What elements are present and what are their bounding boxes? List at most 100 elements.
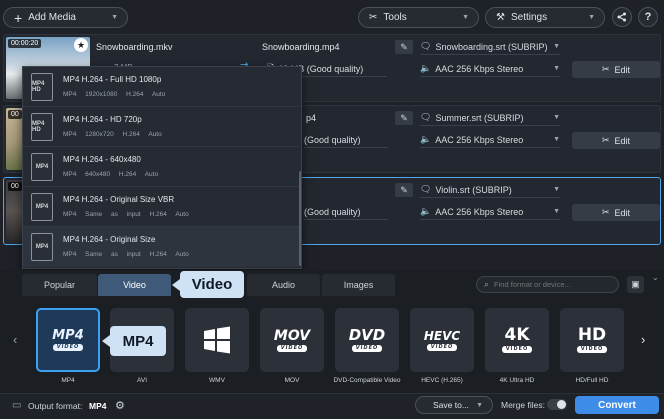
rename-button[interactable]: ✎ [395, 40, 413, 54]
output-format-value: MP4 [89, 401, 107, 411]
tab-audio[interactable]: Audio [247, 274, 320, 296]
edit-button[interactable]: ✂ Edit [572, 204, 660, 221]
mov-logo-icon: MOV VIDEO [274, 329, 310, 352]
subtitle-dropdown[interactable]: 🗨 Violin.srt (SUBRIP) ▼ [420, 182, 560, 198]
format-tile-mov[interactable]: MOV VIDEO [260, 308, 324, 372]
device-detect-button[interactable]: ▣ [627, 276, 644, 293]
preset-title: MP4 H.264 - 640x480 [63, 155, 141, 164]
output-size-dropdown[interactable]: (Good quality) [304, 132, 388, 148]
tools-icon: ✂ [601, 135, 610, 145]
callout-arrow-icon [172, 279, 180, 291]
help-button[interactable]: ? [638, 7, 658, 27]
preset-specs: MP4 640x480 H.264 Auto [63, 171, 159, 178]
logo-sub: VIDEO [502, 346, 532, 353]
format-tile-wmv[interactable] [185, 308, 249, 372]
hevc-logo-icon: HEVC VIDEO [424, 330, 460, 351]
subtitle-value: Summer.srt (SUBRIP) [435, 112, 524, 123]
audio-dropdown[interactable]: 🔈 AAC 256 Kbps Stereo ▼ [420, 132, 560, 148]
tools-label: Tools [383, 12, 407, 23]
tools-icon: ✂ [369, 12, 378, 23]
callout-arrow-icon [102, 335, 110, 347]
gear-icon[interactable]: ⚙ [115, 399, 125, 412]
format-label: HD/Full HD [575, 377, 609, 384]
device-icon: ▣ [631, 279, 640, 289]
output-file-name[interactable]: Snowboarding.mp4 [262, 42, 340, 52]
subtitle-icon: 🗨 [420, 112, 432, 122]
edit-button[interactable]: ✂ Edit [572, 61, 660, 78]
source-file-name: Snowboarding.mkv [96, 42, 173, 52]
rename-button[interactable]: ✎ [395, 183, 413, 197]
audio-value: AAC 256 Kbps Stereo [435, 134, 524, 145]
output-format-label: Output format: [28, 401, 83, 411]
search-input[interactable] [494, 280, 605, 289]
subtitle-dropdown[interactable]: 🗨 Summer.srt (SUBRIP) ▼ [420, 110, 560, 126]
mp4-logo-icon: MP4 VIDEO [52, 329, 84, 351]
audio-dropdown[interactable]: 🔈 AAC 256 Kbps Stereo ▼ [420, 61, 560, 77]
rename-button[interactable]: ✎ [395, 111, 413, 125]
format-label: MP4 [61, 377, 75, 384]
logo-text: MP4 [52, 328, 84, 343]
output-file-name[interactable]: p4 [306, 113, 316, 123]
video-callout: Video [180, 271, 244, 298]
save-to-button[interactable]: Save to... ▼ [415, 396, 493, 414]
convert-button[interactable]: Convert [575, 396, 659, 414]
mp4-file-icon: MP4 [31, 193, 53, 221]
settings-button[interactable]: ⚒ Settings ▼ [485, 7, 605, 28]
subtitle-dropdown[interactable]: 🗨 Snowboarding.srt (SUBRIP) ▼ [420, 39, 560, 55]
edit-button[interactable]: ✂ Edit [572, 132, 660, 149]
format-label: HEVC (H.265) [421, 377, 463, 384]
speaker-icon: 🔈 [420, 134, 432, 144]
search-box[interactable]: ⌕ [476, 276, 619, 293]
chevron-down-icon: ▼ [111, 14, 118, 21]
preset-item[interactable]: MP4 MP4 H.264 - Original Size VBR MP4 Sa… [23, 187, 299, 227]
tab-video[interactable]: Video [98, 274, 171, 296]
format-tile-mp4[interactable]: MP4 VIDEO [36, 308, 100, 372]
preset-popup: MP4 HD MP4 H.264 - Full HD 1080p MP4 192… [22, 66, 302, 269]
edit-label: Edit [614, 207, 631, 218]
tab-label: Video [123, 280, 146, 290]
dvd-logo-icon: DVD VIDEO [349, 328, 385, 352]
logo-text: MOV [273, 327, 311, 344]
share-button[interactable] [612, 7, 632, 27]
tab-images[interactable]: Images [322, 274, 395, 296]
chevron-down-icon: ▼ [588, 14, 595, 21]
subtitle-value: Violin.srt (SUBRIP) [435, 184, 512, 195]
chevron-right-icon[interactable]: › [641, 332, 645, 347]
chevron-down-icon: ▼ [553, 43, 560, 50]
preset-item[interactable]: MP4 MP4 H.264 - 640x480 MP4 640x480 H.26… [23, 147, 299, 187]
audio-dropdown[interactable]: 🔈 AAC 256 Kbps Stereo ▼ [420, 204, 560, 220]
pen-icon: ✎ [400, 41, 408, 52]
popup-scrollbar[interactable] [299, 171, 301, 266]
collapse-icon[interactable]: ⌄ [652, 273, 659, 282]
tools-icon: ✂ [601, 207, 610, 217]
star-icon[interactable]: ★ [74, 38, 88, 52]
edit-label: Edit [614, 135, 631, 146]
tools-button[interactable]: ✂ Tools ▼ [358, 7, 479, 28]
subtitle-value: Snowboarding.srt (SUBRIP) [435, 41, 548, 52]
preset-item[interactable]: MP4 HD MP4 H.264 - HD 720p MP4 1280x720 … [23, 107, 299, 147]
tab-popular[interactable]: Popular [22, 274, 97, 296]
preset-item[interactable]: MP4 HD MP4 H.264 - Full HD 1080p MP4 192… [23, 67, 299, 107]
share-icon [617, 12, 626, 22]
format-tile-hd[interactable]: HD VIDEO [560, 308, 624, 372]
logo-sub: VIDEO [351, 345, 382, 352]
add-media-button[interactable]: + Add Media ▼ [3, 7, 128, 28]
tools-icon: ✂ [601, 64, 610, 74]
hd-logo-icon: HD VIDEO [577, 327, 607, 353]
windows-logo-icon [204, 326, 230, 354]
output-size: (Good quality) [304, 134, 361, 145]
logo-text: 4K [504, 325, 530, 345]
format-tile-hevc[interactable]: HEVC VIDEO [410, 308, 474, 372]
preset-title: MP4 H.264 - Full HD 1080p [63, 75, 162, 84]
logo-sub: VIDEO [276, 344, 307, 352]
preset-item[interactable]: MP4 MP4 H.264 - Original Size MP4 Same a… [23, 227, 299, 267]
format-tile-4k[interactable]: 4K VIDEO [485, 308, 549, 372]
format-tile-dvd[interactable]: DVD VIDEO [335, 308, 399, 372]
audio-value: AAC 256 Kbps Stereo [435, 206, 524, 217]
4k-logo-icon: 4K VIDEO [502, 327, 532, 353]
chevron-left-icon[interactable]: ‹ [13, 332, 17, 347]
mp4-file-icon: MP4 [31, 153, 53, 181]
output-size-dropdown[interactable]: (Good quality) [304, 204, 388, 220]
mp4-hd-file-icon: MP4 HD [31, 73, 53, 101]
merge-files-toggle[interactable] [547, 399, 567, 410]
